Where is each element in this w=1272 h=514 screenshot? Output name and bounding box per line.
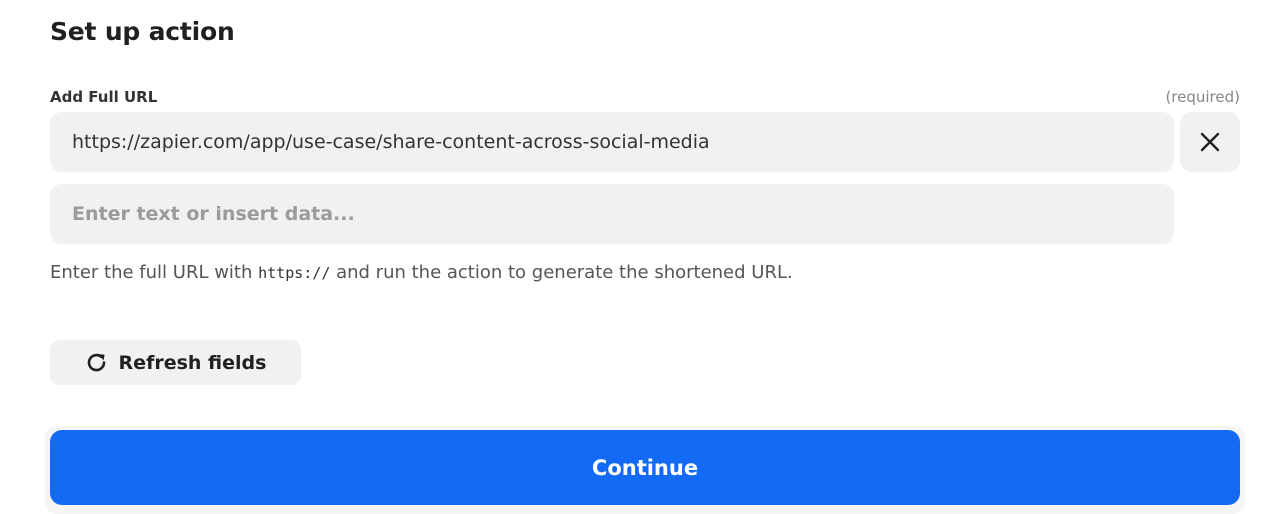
field-label: Add Full URL — [50, 88, 158, 106]
data-insert-placeholder: Enter text or insert data... — [72, 203, 355, 225]
url-input[interactable]: https://zapier.com/app/use-case/share-co… — [50, 112, 1174, 172]
continue-button-label: Continue — [591, 455, 699, 480]
required-indicator: (required) — [1165, 88, 1240, 106]
field-help-text: Enter the full URL with https:// and run… — [50, 262, 793, 283]
refresh-fields-button[interactable]: Refresh fields — [50, 340, 301, 385]
close-icon — [1200, 132, 1220, 152]
clear-field-button[interactable] — [1180, 112, 1240, 172]
help-text-before: Enter the full URL with — [50, 262, 259, 283]
url-input-value: https://zapier.com/app/use-case/share-co… — [72, 131, 710, 153]
refresh-icon — [87, 353, 105, 371]
help-text-after: and run the action to generate the short… — [330, 262, 793, 283]
continue-button[interactable]: Continue — [50, 430, 1240, 505]
data-insert-input[interactable]: Enter text or insert data... — [50, 184, 1174, 244]
help-text-code: https:// — [258, 264, 331, 282]
refresh-fields-label: Refresh fields — [118, 351, 267, 374]
section-title: Set up action — [50, 17, 235, 46]
